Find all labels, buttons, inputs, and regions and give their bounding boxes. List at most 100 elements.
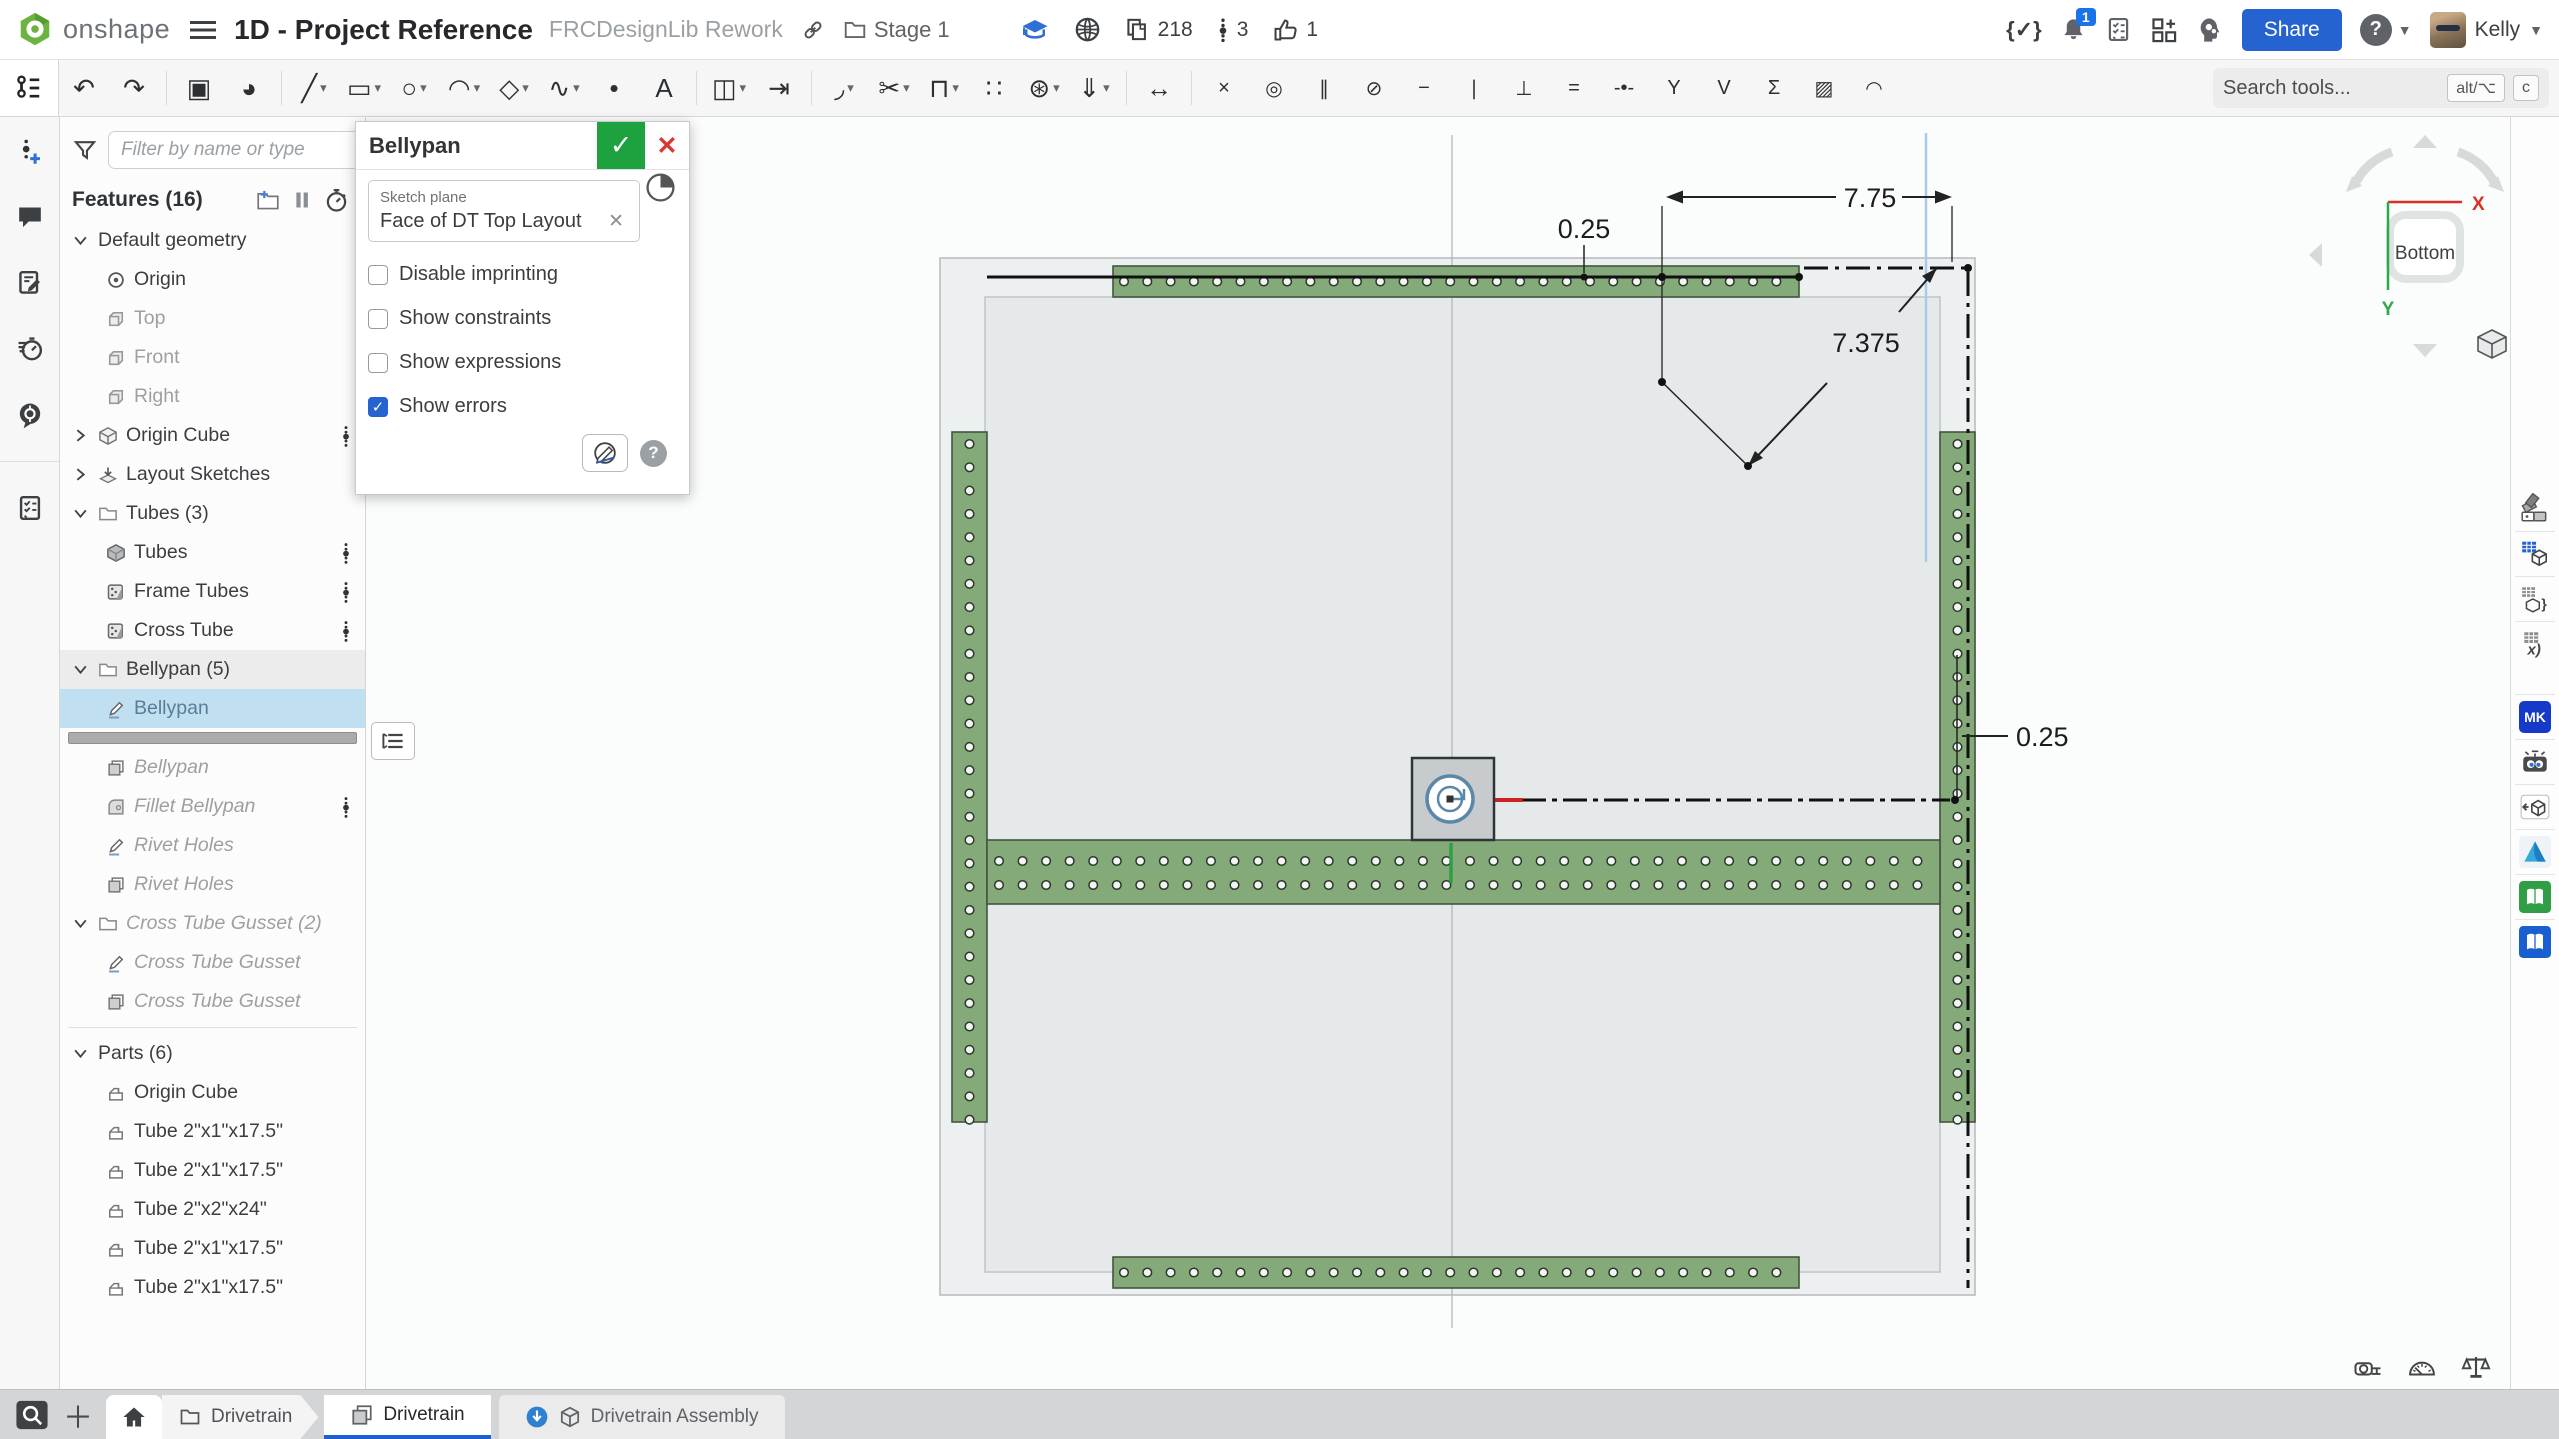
feature-row-tube-2-x1-x17-5[interactable]: Tube 2"x1"x17.5" <box>60 1112 365 1151</box>
symmetric-constraint[interactable]: Σ <box>1749 65 1799 111</box>
chevron-down-icon[interactable]: ▾ <box>474 80 481 96</box>
link-icon[interactable] <box>801 18 825 42</box>
feature-row-tube-2-x1-x17-5[interactable]: Tube 2"x1"x17.5" <box>60 1268 365 1307</box>
tape-measure-icon[interactable] <box>2352 1352 2384 1382</box>
share-button[interactable]: Share <box>2242 9 2342 51</box>
chevron-down-icon[interactable] <box>72 1045 98 1062</box>
copies-count[interactable]: 218 <box>1125 17 1193 42</box>
chevron-down-icon[interactable]: ▾ <box>573 80 580 96</box>
sketch-view-button[interactable] <box>582 434 628 472</box>
checklist-icon[interactable] <box>10 488 50 528</box>
likes-count[interactable]: 1 <box>1272 17 1318 43</box>
feature-row-cross-tube-gusset-2[interactable]: Cross Tube Gusset (2) <box>60 904 365 943</box>
protractor-icon[interactable] <box>2406 1352 2438 1382</box>
feature-row-fillet-bellypan[interactable]: Fillet Bellypan <box>60 787 365 826</box>
circular-pattern-tool[interactable]: ⊛▾ <box>1019 65 1069 111</box>
chevron-down-icon[interactable]: ▾ <box>320 80 327 96</box>
feature-row-origin-cube[interactable]: Origin Cube <box>60 1073 365 1112</box>
document-menu-icon[interactable] <box>190 20 216 40</box>
dxf-import-tool[interactable]: ⇓▾ <box>1069 65 1119 111</box>
chevron-down-icon[interactable]: ▾ <box>1053 80 1060 96</box>
accept-button[interactable]: ✓ <box>597 122 645 169</box>
app-alpine-button[interactable] <box>2515 829 2555 874</box>
regenerate-time-icon[interactable] <box>319 185 353 215</box>
chevron-down-icon[interactable]: ▾ <box>420 80 427 96</box>
option-show-expressions[interactable]: Show expressions <box>368 351 677 374</box>
app-library-blue-button[interactable] <box>2515 919 2555 964</box>
undo[interactable]: ↶ <box>59 65 109 111</box>
app-mkcad-button[interactable]: MK <box>2515 694 2555 739</box>
filter-icon[interactable] <box>72 137 98 163</box>
feature-row-rivet-holes[interactable]: Rivet Holes <box>60 826 365 865</box>
cancel-button[interactable]: ✕ <box>645 122 689 169</box>
chevron-down-icon[interactable] <box>72 661 98 678</box>
feature-row-cross-tube[interactable]: Cross Tube <box>60 611 365 650</box>
workspace-crumb[interactable]: Stage 1 <box>843 17 950 43</box>
instance-handle-icon[interactable] <box>341 795 351 819</box>
chevron-down-icon[interactable] <box>72 232 98 249</box>
parallel-constraint[interactable]: ∥ <box>1299 65 1349 111</box>
new-folder-icon[interactable] <box>251 185 285 215</box>
rectangle-tool[interactable]: ▭▾ <box>339 65 389 111</box>
app-robot-button[interactable] <box>2515 739 2555 784</box>
feature-row-default-geometry[interactable]: Default geometry <box>60 221 365 260</box>
option-show-constraints[interactable]: Show constraints <box>368 307 677 330</box>
circle-tool[interactable]: ○▾ <box>389 65 439 111</box>
checkbox[interactable] <box>368 309 388 329</box>
rollback-pie-icon[interactable] <box>645 172 676 203</box>
option-disable-imprinting[interactable]: Disable imprinting <box>368 263 677 286</box>
feature-row-bellypan[interactable]: Bellypan <box>60 748 365 787</box>
tangent-constraint[interactable]: ⊘ <box>1349 65 1399 111</box>
clear-selection-icon[interactable]: ✕ <box>604 210 628 233</box>
view-cube-menu[interactable]: ▼ <box>2478 330 2510 358</box>
spline-tool[interactable]: ∿▾ <box>539 65 589 111</box>
feature-row-rivet-holes[interactable]: Rivet Holes <box>60 865 365 904</box>
measure-tool[interactable]: ↔ <box>1134 65 1184 111</box>
chevron-down-icon[interactable]: ▾ <box>740 80 747 96</box>
chevron-down-icon[interactable] <box>72 505 98 522</box>
tab-search-icon[interactable] <box>10 1394 54 1436</box>
redo[interactable]: ↷ <box>109 65 159 111</box>
origin-cube-part[interactable] <box>1412 758 1494 840</box>
suppress-pause-icon[interactable] <box>285 185 319 215</box>
feature-row-layout-sketches[interactable]: Layout Sketches <box>60 455 365 494</box>
versions-count[interactable]: 3 <box>1217 17 1249 43</box>
feature-row-cross-tube-gusset[interactable]: Cross Tube Gusset <box>60 982 365 1021</box>
feature-row-right[interactable]: Right <box>60 377 365 416</box>
tasks-icon[interactable] <box>2105 16 2132 43</box>
polygon-tool[interactable]: ◇▾ <box>489 65 539 111</box>
revolve-tool[interactable]: ◕ <box>224 65 274 111</box>
onshape-assistant-icon[interactable] <box>10 395 50 435</box>
chevron-down-icon[interactable]: ▾ <box>952 80 959 96</box>
feature-row-tube-2-x1-x17-5[interactable]: Tube 2"x1"x17.5" <box>60 1151 365 1190</box>
concentric-constraint[interactable]: ◎ <box>1249 65 1299 111</box>
comments-icon[interactable] <box>10 197 50 237</box>
point-tool[interactable]: • <box>589 65 639 111</box>
featurescript-check-icon[interactable]: {✓} <box>2006 17 2042 43</box>
vertical-constraint[interactable]: ∣ <box>1449 65 1499 111</box>
notifications-bell[interactable]: 1 <box>2060 16 2087 43</box>
feature-row-bellypan-5[interactable]: Bellypan (5) <box>60 650 365 689</box>
instance-handle-icon[interactable] <box>341 541 351 565</box>
merge-constraint[interactable]: Y <box>1649 65 1699 111</box>
version-graph-add-icon[interactable] <box>10 131 50 171</box>
line-tool[interactable]: ╱▾ <box>289 65 339 111</box>
feature-row-tube-2-x1-x17-5[interactable]: Tube 2"x1"x17.5" <box>60 1229 365 1268</box>
extrude-tool[interactable]: ▣ <box>174 65 224 111</box>
offset-curve-tool[interactable]: ⊓▾ <box>919 65 969 111</box>
apps-icon[interactable] <box>2150 16 2178 44</box>
horizontal-constraint[interactable]: − <box>1399 65 1449 111</box>
chevron-down-icon[interactable]: ▾ <box>1103 80 1110 96</box>
feature-row-cross-tube-gusset[interactable]: Cross Tube Gusset <box>60 943 365 982</box>
feature-row-tubes[interactable]: Tubes <box>60 533 365 572</box>
edu-badge-icon[interactable] <box>1020 17 1050 43</box>
midpoint-constraint[interactable]: -•- <box>1599 65 1649 111</box>
curvature-constraint[interactable]: V <box>1699 65 1749 111</box>
bom-table-button[interactable] <box>2515 531 2555 576</box>
equal-constraint[interactable]: = <box>1549 65 1599 111</box>
chevron-down-icon[interactable]: ▾ <box>522 80 529 96</box>
performance-icon[interactable] <box>10 329 50 369</box>
mirror-tool[interactable]: ◫▾ <box>704 65 754 111</box>
home-tab[interactable] <box>106 1395 162 1439</box>
feature-row-origin[interactable]: Origin <box>60 260 365 299</box>
